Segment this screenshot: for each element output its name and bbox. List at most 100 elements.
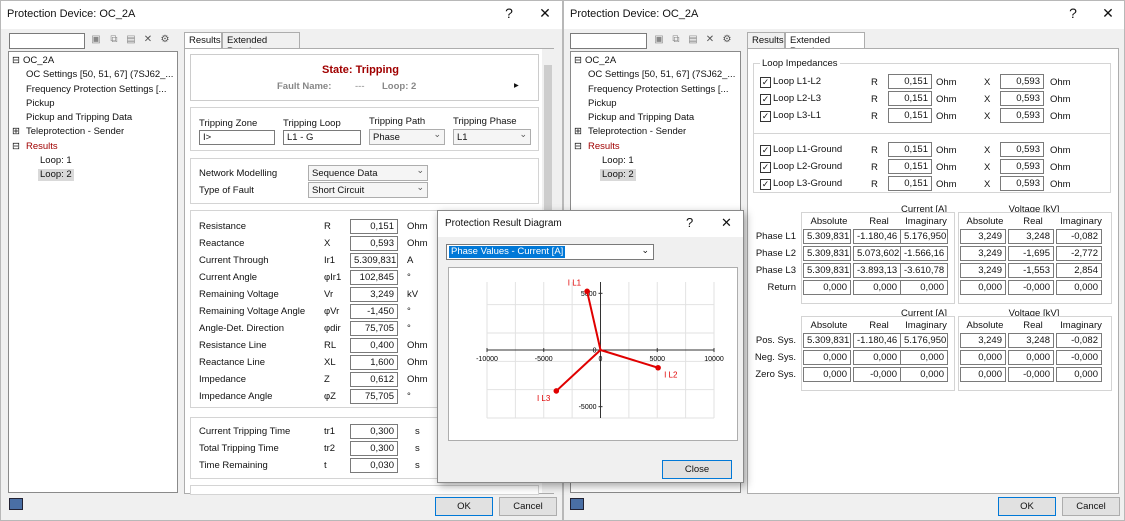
paste-icon[interactable]: ▤ [686, 34, 700, 45]
loop-checkbox[interactable]: ✓ [760, 162, 771, 173]
dialog-close-button[interactable]: Close [662, 460, 732, 479]
tree-item-teleprotection[interactable]: Teleprotection - Sender [588, 126, 686, 138]
current-field[interactable]: 0,000 [853, 280, 901, 295]
voltage-field[interactable]: 2,854 [1056, 263, 1102, 278]
current-field[interactable]: 5.309,831 [803, 263, 851, 278]
value-row-field[interactable]: 0,593 [350, 236, 398, 251]
tree-collapse-results-icon[interactable]: ⊟ [12, 141, 20, 153]
voltage-field[interactable]: 3,249 [960, 263, 1006, 278]
tab-extended-results[interactable]: Extended Results [785, 32, 865, 57]
value-row-field[interactable]: 0,400 [350, 338, 398, 353]
loop-r-field[interactable]: 0,151 [888, 91, 932, 106]
tree-expand-icon[interactable]: ⊞ [574, 126, 582, 138]
tree-item-pickup[interactable]: Pickup [26, 98, 55, 110]
tree-item-device[interactable]: OC_2A [585, 55, 616, 67]
tree-collapse-icon[interactable]: ⊟ [12, 55, 20, 67]
ok-button[interactable]: OK [998, 497, 1056, 516]
loop-x-field[interactable]: 0,593 [1000, 142, 1044, 157]
tripping-loop-field[interactable]: L1 - G [283, 130, 361, 145]
current-field[interactable]: 0,000 [900, 367, 948, 382]
cancel-button[interactable]: Cancel [1062, 497, 1120, 516]
tree-item-oc-settings[interactable]: OC Settings [50, 51, 67] (7SJ62_... [588, 69, 735, 81]
value-row-field[interactable]: 102,845 [350, 270, 398, 285]
current-field[interactable]: -1.566,16 [900, 246, 948, 261]
tree-item-loop-2[interactable]: Loop: 2 [38, 169, 74, 181]
tree-item-loop-1[interactable]: Loop: 1 [40, 155, 72, 167]
tree-item-pickup-tripping[interactable]: Pickup and Tripping Data [26, 112, 132, 124]
voltage-field[interactable]: 0,000 [960, 350, 1006, 365]
voltage-field[interactable]: -1,695 [1008, 246, 1054, 261]
value-row-field[interactable]: 75,705 [350, 389, 398, 404]
loop-x-field[interactable]: 0,593 [1000, 159, 1044, 174]
time-row-field[interactable]: 0,300 [350, 441, 398, 456]
cancel-button[interactable]: Cancel [499, 497, 557, 516]
loop-r-field[interactable]: 0,151 [888, 176, 932, 191]
new-icon[interactable]: ▣ [89, 34, 103, 45]
voltage-field[interactable]: 3,249 [960, 229, 1006, 244]
loop-x-field[interactable]: 0,593 [1000, 108, 1044, 123]
voltage-field[interactable]: 0,000 [960, 367, 1006, 382]
value-row-field[interactable]: 1,600 [350, 355, 398, 370]
voltage-field[interactable]: 0,000 [1056, 280, 1102, 295]
tree-item-results[interactable]: Results [26, 141, 58, 153]
value-row-field[interactable]: 3,249 [350, 287, 398, 302]
close-button[interactable]: ✕ [537, 5, 553, 21]
loop-r-field[interactable]: 0,151 [888, 74, 932, 89]
tree-item-results[interactable]: Results [588, 141, 620, 153]
tree-item-frequency[interactable]: Frequency Protection Settings [... [588, 84, 728, 96]
help-button-right[interactable]: ? [1065, 5, 1081, 21]
voltage-field[interactable]: -1,553 [1008, 263, 1054, 278]
current-field[interactable]: 0,000 [803, 350, 851, 365]
voltage-field[interactable]: 0,000 [1008, 350, 1054, 365]
value-row-field[interactable]: 0,151 [350, 219, 398, 234]
voltage-field[interactable]: 3,248 [1008, 229, 1054, 244]
tab-extended-results[interactable]: Extended Results [222, 32, 300, 57]
voltage-field[interactable]: -0,082 [1056, 333, 1102, 348]
value-row-field[interactable]: -1,450 [350, 304, 398, 319]
current-field[interactable]: -3.610,78 [900, 263, 948, 278]
help-button[interactable]: ? [501, 5, 517, 21]
voltage-field[interactable]: 3,249 [960, 333, 1006, 348]
voltage-field[interactable]: -0,082 [1056, 229, 1102, 244]
tree-item-pickup-tripping[interactable]: Pickup and Tripping Data [588, 112, 694, 124]
current-field[interactable]: 0,000 [853, 350, 901, 365]
ok-button[interactable]: OK [435, 497, 493, 516]
tree-expand-icon[interactable]: ⊞ [12, 126, 20, 138]
copy-icon[interactable]: ⧉ [107, 34, 121, 45]
current-field[interactable]: 5.309,831 [803, 229, 851, 244]
new-icon[interactable]: ▣ [652, 34, 666, 45]
delete-icon[interactable]: ✕ [141, 34, 155, 45]
value-row-field[interactable]: 75,705 [350, 321, 398, 336]
tree-item-pickup[interactable]: Pickup [588, 98, 617, 110]
loop-r-field[interactable]: 0,151 [888, 159, 932, 174]
tree-collapse-icon[interactable]: ⊟ [574, 55, 582, 67]
tool-settings-icon[interactable]: ⚙ [158, 34, 172, 45]
current-field[interactable]: -0,000 [853, 367, 901, 382]
tab-results[interactable]: Results [747, 32, 785, 48]
next-arrow[interactable]: ▸ [514, 80, 519, 91]
copy-icon[interactable]: ⧉ [669, 34, 683, 45]
loop-checkbox[interactable]: ✓ [760, 111, 771, 122]
tripping-path-select[interactable]: Phase [369, 129, 445, 145]
current-field[interactable]: 5.176,950 [900, 333, 948, 348]
tree-item-teleprotection[interactable]: Teleprotection - Sender [26, 126, 124, 138]
voltage-field[interactable]: 0,000 [960, 280, 1006, 295]
current-field[interactable]: 0,000 [803, 280, 851, 295]
device-icon[interactable] [9, 498, 23, 510]
value-row-field[interactable]: 0,612 [350, 372, 398, 387]
loop-checkbox[interactable]: ✓ [760, 145, 771, 156]
current-field[interactable]: 5.309,831 [803, 333, 851, 348]
device-icon[interactable] [570, 498, 584, 510]
tree-item-oc-settings[interactable]: OC Settings [50, 51, 67] (7SJ62_... [26, 69, 173, 81]
tree-search-input[interactable] [9, 33, 85, 49]
loop-checkbox[interactable]: ✓ [760, 77, 771, 88]
diagram-type-select[interactable]: Phase Values - Current [A] ⌄ [446, 244, 654, 260]
current-field[interactable]: 5.073,602 [853, 246, 901, 261]
current-field[interactable]: -1.180,46 [853, 333, 901, 348]
network-modelling-select[interactable]: Sequence Data [308, 165, 428, 181]
delete-icon[interactable]: ✕ [703, 34, 717, 45]
voltage-field[interactable]: -0,000 [1056, 350, 1102, 365]
tool-settings-icon[interactable]: ⚙ [720, 34, 734, 45]
loop-r-field[interactable]: 0,151 [888, 142, 932, 157]
paste-icon[interactable]: ▤ [124, 34, 138, 45]
